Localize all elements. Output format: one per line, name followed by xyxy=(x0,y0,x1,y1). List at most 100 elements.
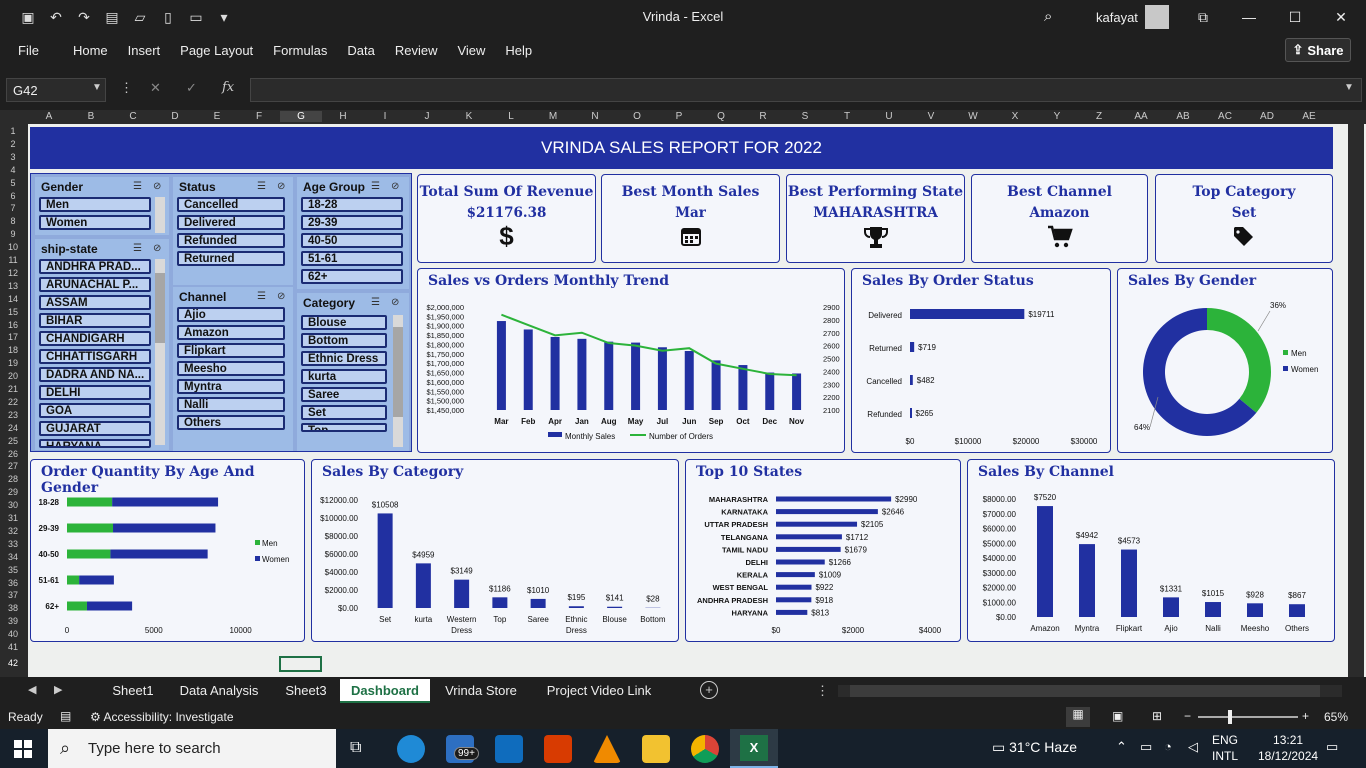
slicer-age-group[interactable]: Age Group ☰ ⊘ 18-28 29-39 40-50 51-61 62+ xyxy=(297,177,409,289)
row-header[interactable]: 24 xyxy=(0,423,26,433)
chart-edit-icon[interactable]: ▱ xyxy=(126,0,154,34)
multiselect-icon[interactable]: ☰ xyxy=(371,297,380,308)
slicer-item[interactable]: Ajio xyxy=(177,307,285,322)
tab-vrinda-store[interactable]: Vrinda Store xyxy=(434,679,528,703)
insert-function-icon[interactable]: fx xyxy=(222,80,234,95)
row-header[interactable]: 19 xyxy=(0,358,26,368)
menu-formulas[interactable]: Formulas xyxy=(263,43,337,58)
row-header[interactable]: 23 xyxy=(0,410,26,420)
row-header[interactable]: 28 xyxy=(0,474,26,484)
column-header[interactable]: X xyxy=(994,111,1036,122)
row-header[interactable]: 21 xyxy=(0,384,26,394)
taskbar-search[interactable]: ⌕ Type here to search xyxy=(48,729,336,768)
clear-filter-icon[interactable]: ⊘ xyxy=(153,243,161,254)
windows-start-icon[interactable] xyxy=(14,740,32,758)
store-icon[interactable] xyxy=(495,735,523,763)
chrome-icon[interactable] xyxy=(691,735,719,763)
slicer-item[interactable]: BIHAR xyxy=(39,313,151,328)
row-header[interactable]: 17 xyxy=(0,332,26,342)
slicer-item[interactable]: GOA xyxy=(39,403,151,418)
clear-filter-icon[interactable]: ⊘ xyxy=(391,181,399,192)
slicer-item[interactable]: Saree xyxy=(301,387,387,402)
redo-icon[interactable]: ↷ xyxy=(70,0,98,34)
row-header[interactable]: 2 xyxy=(0,139,26,149)
row-header[interactable]: 22 xyxy=(0,397,26,407)
clear-filter-icon[interactable]: ⊘ xyxy=(277,181,285,192)
row-header[interactable]: 42 xyxy=(0,658,26,668)
row-header[interactable]: 20 xyxy=(0,371,26,381)
column-header[interactable]: N xyxy=(574,111,616,122)
column-header[interactable]: B xyxy=(70,111,112,122)
row-header[interactable]: 29 xyxy=(0,487,26,497)
slicer-channel[interactable]: Channel ☰ ⊘ Ajio Amazon Flipkart Meesho Mynt… xyxy=(173,287,293,451)
column-header[interactable]: K xyxy=(448,111,490,122)
slicer-item[interactable]: Delivered xyxy=(177,215,285,230)
row-header[interactable]: 18 xyxy=(0,345,26,355)
column-header[interactable]: M xyxy=(532,111,574,122)
slicer-gender[interactable]: Gender ☰ ⊘ Men Women xyxy=(35,177,169,235)
slicer-ship-state[interactable]: ship-state ☰ ⊘ ANDHRA PRAD... ARUNACHAL P… xyxy=(35,239,169,450)
volume-icon[interactable]: ◁ xyxy=(1188,739,1198,755)
zoom-out-icon[interactable]: − xyxy=(1184,709,1191,723)
column-header[interactable]: Y xyxy=(1036,111,1078,122)
office-icon[interactable] xyxy=(544,735,572,763)
clear-filter-icon[interactable]: ⊘ xyxy=(153,181,161,192)
row-header[interactable]: 1 xyxy=(0,126,26,136)
row-header[interactable]: 31 xyxy=(0,513,26,523)
slicer-item[interactable]: 51-61 xyxy=(301,251,403,266)
column-headers[interactable]: A B C D E F G H I J K L M N O P Q R S T U V W X Y Z AA AB AC AD AE xyxy=(0,110,1366,124)
row-headers[interactable]: 1 2 3 4 5 6 7 8 9 10 11 12 13 14 15 16 17 18 19 20 21 22 23 24 2… xyxy=(0,124,28,677)
horizontal-scrollbar[interactable] xyxy=(838,685,1342,697)
namebox-dropdown-icon[interactable]: ▼ xyxy=(92,82,102,93)
task-view-icon[interactable]: ⧉ xyxy=(350,739,361,757)
row-header[interactable]: 35 xyxy=(0,565,26,575)
row-header[interactable]: 7 xyxy=(0,203,26,213)
excel-taskbar-button[interactable]: X xyxy=(730,729,778,768)
row-header[interactable]: 8 xyxy=(0,216,26,226)
slicer-item[interactable]: Nalli xyxy=(177,397,285,412)
ribbon-display-icon[interactable]: ⧉ xyxy=(1180,0,1226,34)
slicer-scrollbar[interactable] xyxy=(155,197,165,233)
slicer-item[interactable]: Flipkart xyxy=(177,343,285,358)
name-box[interactable]: G42 xyxy=(6,78,106,102)
row-header[interactable]: 40 xyxy=(0,629,26,639)
vlc-icon[interactable] xyxy=(593,735,621,763)
slicer-item[interactable]: CHANDIGARH xyxy=(39,331,151,346)
column-header[interactable]: C xyxy=(112,111,154,122)
maximize-button[interactable]: ☐ xyxy=(1272,0,1318,34)
multiselect-icon[interactable]: ☰ xyxy=(257,291,266,302)
network-icon[interactable]: ◔ xyxy=(1164,739,1172,754)
normal-view-icon[interactable]: ▦ xyxy=(1066,707,1090,727)
multiselect-icon[interactable]: ☰ xyxy=(133,181,142,192)
column-header[interactable]: O xyxy=(616,111,658,122)
column-header[interactable]: J xyxy=(406,111,448,122)
menu-help[interactable]: Help xyxy=(495,43,542,58)
column-header[interactable]: AC xyxy=(1204,111,1246,122)
row-header[interactable]: 16 xyxy=(0,320,26,330)
row-header[interactable]: 13 xyxy=(0,281,26,291)
column-header[interactable]: S xyxy=(784,111,826,122)
slicer-item[interactable]: Bottom xyxy=(301,333,387,348)
notifications-icon[interactable]: ▭ xyxy=(1326,739,1338,755)
column-header[interactable]: AE xyxy=(1288,111,1330,122)
menu-view[interactable]: View xyxy=(447,43,495,58)
clear-filter-icon[interactable]: ⊘ xyxy=(391,297,399,308)
expand-formula-icon[interactable]: ▼ xyxy=(1344,82,1354,93)
column-header[interactable]: D xyxy=(154,111,196,122)
tab-project-video-link[interactable]: Project Video Link xyxy=(532,679,666,703)
column-header[interactable]: G xyxy=(280,111,322,122)
row-header[interactable]: 41 xyxy=(0,642,26,652)
column-header[interactable]: W xyxy=(952,111,994,122)
slicer-item[interactable]: Myntra xyxy=(177,379,285,394)
row-header[interactable]: 6 xyxy=(0,191,26,201)
column-header[interactable]: Q xyxy=(700,111,742,122)
multiselect-icon[interactable]: ☰ xyxy=(257,181,266,192)
share-button[interactable]: ⇪ Share xyxy=(1285,38,1351,62)
tab-sheet3[interactable]: Sheet3 xyxy=(276,679,336,703)
zoom-slider[interactable] xyxy=(1198,710,1298,724)
multiselect-icon[interactable]: ☰ xyxy=(371,181,380,192)
slicer-item[interactable]: Returned xyxy=(177,251,285,266)
cancel-icon[interactable]: ✕ xyxy=(150,80,161,96)
slicer-item[interactable]: Amazon xyxy=(177,325,285,340)
slicer-item[interactable]: ARUNACHAL P... xyxy=(39,277,151,292)
